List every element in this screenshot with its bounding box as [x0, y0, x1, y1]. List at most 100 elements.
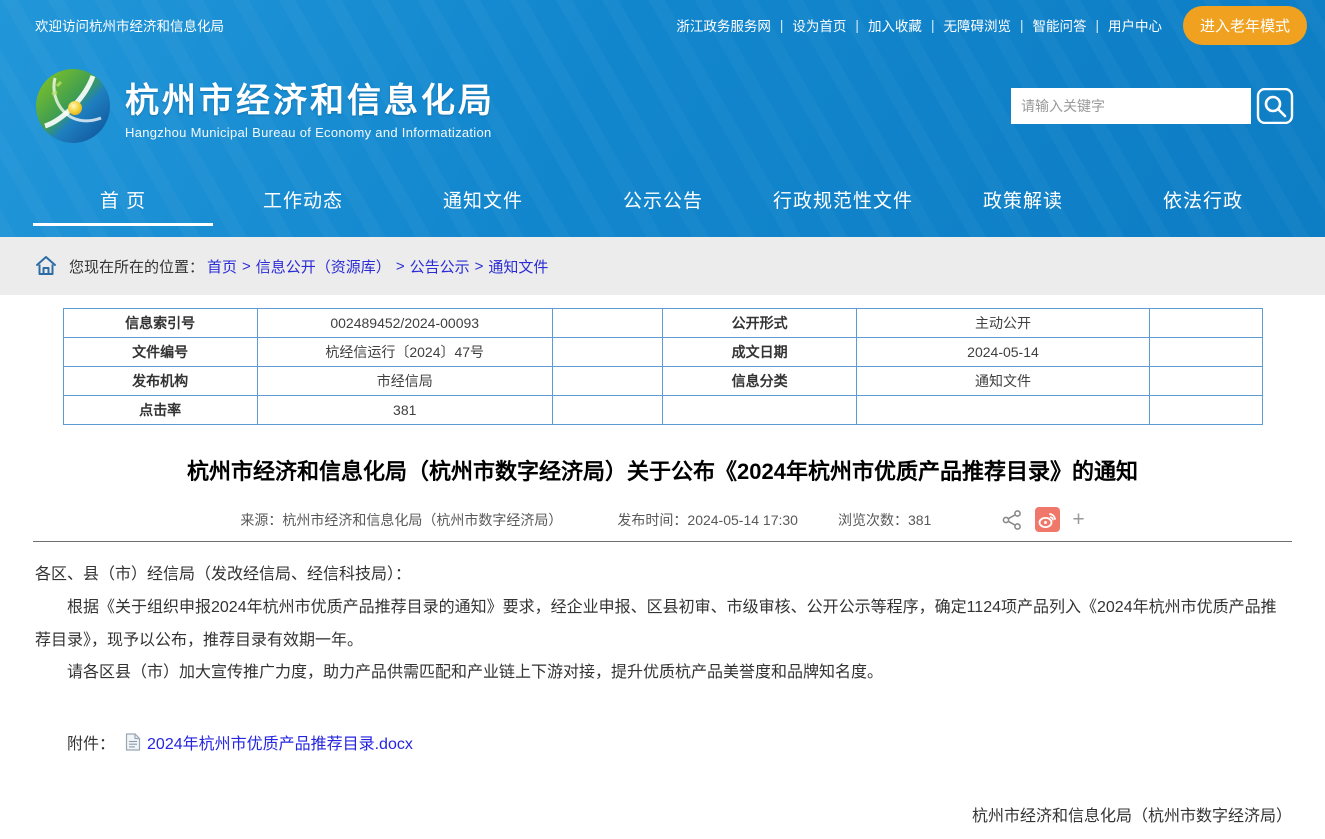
breadcrumb-separator: > [396, 258, 405, 275]
nav-item-announcements[interactable]: 公示公告 [573, 162, 753, 237]
site-subtitle: Hangzhou Municipal Bureau of Economy and… [125, 125, 495, 140]
main-nav: 首 页 工作动态 通知文件 公示公告 行政规范性文件 政策解读 依法行政 [0, 162, 1325, 237]
weibo-icon[interactable] [1035, 507, 1060, 532]
article-title: 杭州市经济和信息化局（杭州市数字经济局）关于公布《2024年杭州市优质产品推荐目… [40, 454, 1285, 486]
click-rate-label: 点击率 [63, 396, 257, 425]
article-paragraph: 根据《关于组织申报2024年杭州市优质产品推荐目录的通知》要求，经企业申报、区县… [35, 592, 1290, 658]
info-category-value: 通知文件 [857, 367, 1150, 396]
info-category-label: 信息分类 [662, 367, 856, 396]
nav-label: 公示公告 [623, 186, 703, 213]
topbar-link-set-homepage[interactable]: 设为首页 [792, 15, 846, 35]
nav-label: 政策解读 [983, 186, 1063, 213]
breadcrumb-separator: > [242, 258, 251, 275]
topbar: 欢迎访问杭州市经济和信息化局 浙江政务服务网 | 设为首页 | 加入收藏 | 无… [0, 0, 1325, 50]
nav-item-notices[interactable]: 通知文件 [393, 162, 573, 237]
spacer-cell [1149, 396, 1262, 425]
article-source: 来源：杭州市经济和信息化局（杭州市数字经济局） [240, 510, 562, 530]
signature-agency: 杭州市经济和信息化局（杭州市数字经济局） [33, 796, 1292, 838]
welcome-text: 欢迎访问杭州市经济和信息化局 [35, 15, 224, 35]
site-header: 欢迎访问杭州市经济和信息化局 浙江政务服务网 | 设为首页 | 加入收藏 | 无… [0, 0, 1325, 237]
separator: | [931, 18, 935, 33]
elder-mode-button[interactable]: 进入老年模式 [1183, 6, 1307, 45]
nav-label: 通知文件 [443, 186, 523, 213]
separator: | [1095, 18, 1099, 33]
open-form-label: 公开形式 [662, 309, 856, 338]
search-button[interactable] [1255, 88, 1295, 124]
article-meta: 来源：杭州市经济和信息化局（杭州市数字经济局） 发布时间：2024-05-14 … [0, 507, 1325, 532]
share-icon[interactable] [1001, 509, 1023, 531]
search-bar [1011, 88, 1295, 124]
topbar-link-accessibility[interactable]: 无障碍浏览 [943, 15, 1011, 35]
doc-number-value: 杭经信运行〔2024〕47号 [257, 338, 552, 367]
breadcrumb-prefix: 您现在所在的位置： [69, 256, 204, 277]
spacer-cell [1149, 309, 1262, 338]
table-row: 发布机构 市经信局 信息分类 通知文件 [63, 367, 1262, 396]
nav-label: 首 页 [100, 186, 146, 213]
spacer-cell [1149, 367, 1262, 396]
plus-icon[interactable]: + [1072, 509, 1084, 530]
breadcrumb-link-home[interactable]: 首页 [207, 256, 237, 277]
open-form-value: 主动公开 [857, 309, 1150, 338]
topbar-link-smart-qa[interactable]: 智能问答 [1032, 15, 1086, 35]
empty-value [857, 396, 1150, 425]
divider [33, 541, 1292, 542]
article-signature-block: 杭州市经济和信息化局（杭州市数字经济局） 2024年5月13日 [33, 796, 1292, 839]
issue-date-label: 成文日期 [662, 338, 856, 367]
nav-label: 工作动态 [263, 186, 343, 213]
nav-item-regulatory-docs[interactable]: 行政规范性文件 [753, 162, 933, 237]
nav-item-work-news[interactable]: 工作动态 [213, 162, 393, 237]
info-index-value: 002489452/2024-00093 [257, 309, 552, 338]
separator: | [855, 18, 859, 33]
issuer-label: 发布机构 [63, 367, 257, 396]
search-icon [1256, 88, 1294, 124]
spacer-cell [1149, 338, 1262, 367]
spacer-cell [552, 396, 662, 425]
site-title: 杭州市经济和信息化局 [125, 73, 495, 122]
empty-label [662, 396, 856, 425]
nav-label: 行政规范性文件 [773, 186, 913, 213]
spacer-cell [552, 309, 662, 338]
separator: | [780, 18, 784, 33]
info-index-label: 信息索引号 [63, 309, 257, 338]
article-view-count: 浏览次数：381 [838, 510, 931, 530]
document-info-table: 信息索引号 002489452/2024-00093 公开形式 主动公开 文件编… [63, 308, 1263, 425]
nav-item-law-administration[interactable]: 依法行政 [1113, 162, 1293, 237]
click-rate-value: 381 [257, 396, 552, 425]
topbar-links: 浙江政务服务网 | 设为首页 | 加入收藏 | 无障碍浏览 | 智能问答 | 用… [676, 6, 1307, 45]
site-logo-icon [35, 68, 111, 144]
share-tools: + [1001, 507, 1084, 532]
search-input[interactable] [1011, 88, 1251, 124]
nav-item-home[interactable]: 首 页 [33, 162, 213, 237]
topbar-link-add-favorite[interactable]: 加入收藏 [868, 15, 922, 35]
breadcrumb-link-info-disclosure[interactable]: 信息公开（资源库） [256, 256, 391, 277]
breadcrumb-link-notices[interactable]: 通知文件 [488, 256, 548, 277]
masthead: 杭州市经济和信息化局 Hangzhou Municipal Bureau of … [0, 50, 1325, 162]
attachment-link[interactable]: 2024年杭州市优质产品推荐目录.docx [147, 730, 413, 754]
attachment-row: 附件： 2024年杭州市优质产品推荐目录.docx [67, 730, 1290, 754]
breadcrumb-separator: > [475, 258, 484, 275]
table-row: 文件编号 杭经信运行〔2024〕47号 成文日期 2024-05-14 [63, 338, 1262, 367]
nav-item-policy-interpretation[interactable]: 政策解读 [933, 162, 1113, 237]
breadcrumb-link-announcements[interactable]: 公告公示 [410, 256, 470, 277]
issue-date-value: 2024-05-14 [857, 338, 1150, 367]
site-titles: 杭州市经济和信息化局 Hangzhou Municipal Bureau of … [125, 73, 495, 140]
doc-icon [125, 733, 141, 751]
issuer-value: 市经信局 [257, 367, 552, 396]
home-icon[interactable] [35, 255, 57, 277]
site-brand[interactable]: 杭州市经济和信息化局 Hangzhou Municipal Bureau of … [35, 68, 495, 144]
attachment-label: 附件： [67, 730, 115, 754]
spacer-cell [552, 367, 662, 396]
topbar-link-user-center[interactable]: 用户中心 [1108, 15, 1162, 35]
article-paragraph: 请各区县（市）加大宣传推广力度，助力产品供需匹配和产业链上下游对接，提升优质杭产… [35, 657, 1290, 690]
table-row: 信息索引号 002489452/2024-00093 公开形式 主动公开 [63, 309, 1262, 338]
breadcrumb: 您现在所在的位置： 首页 > 信息公开（资源库） > 公告公示 > 通知文件 [0, 237, 1325, 295]
spacer-cell [552, 338, 662, 367]
article-publish-time: 发布时间：2024-05-14 17:30 [617, 510, 798, 530]
nav-label: 依法行政 [1163, 186, 1243, 213]
table-row: 点击率 381 [63, 396, 1262, 425]
topbar-link-zhejiang-service[interactable]: 浙江政务服务网 [676, 15, 771, 35]
separator: | [1020, 18, 1024, 33]
doc-number-label: 文件编号 [63, 338, 257, 367]
article-body: 各区、县（市）经信局（发改经信局、经信科技局）： 根据《关于组织申报2024年杭… [35, 559, 1290, 690]
article-paragraph: 各区、县（市）经信局（发改经信局、经信科技局）： [35, 559, 1290, 592]
